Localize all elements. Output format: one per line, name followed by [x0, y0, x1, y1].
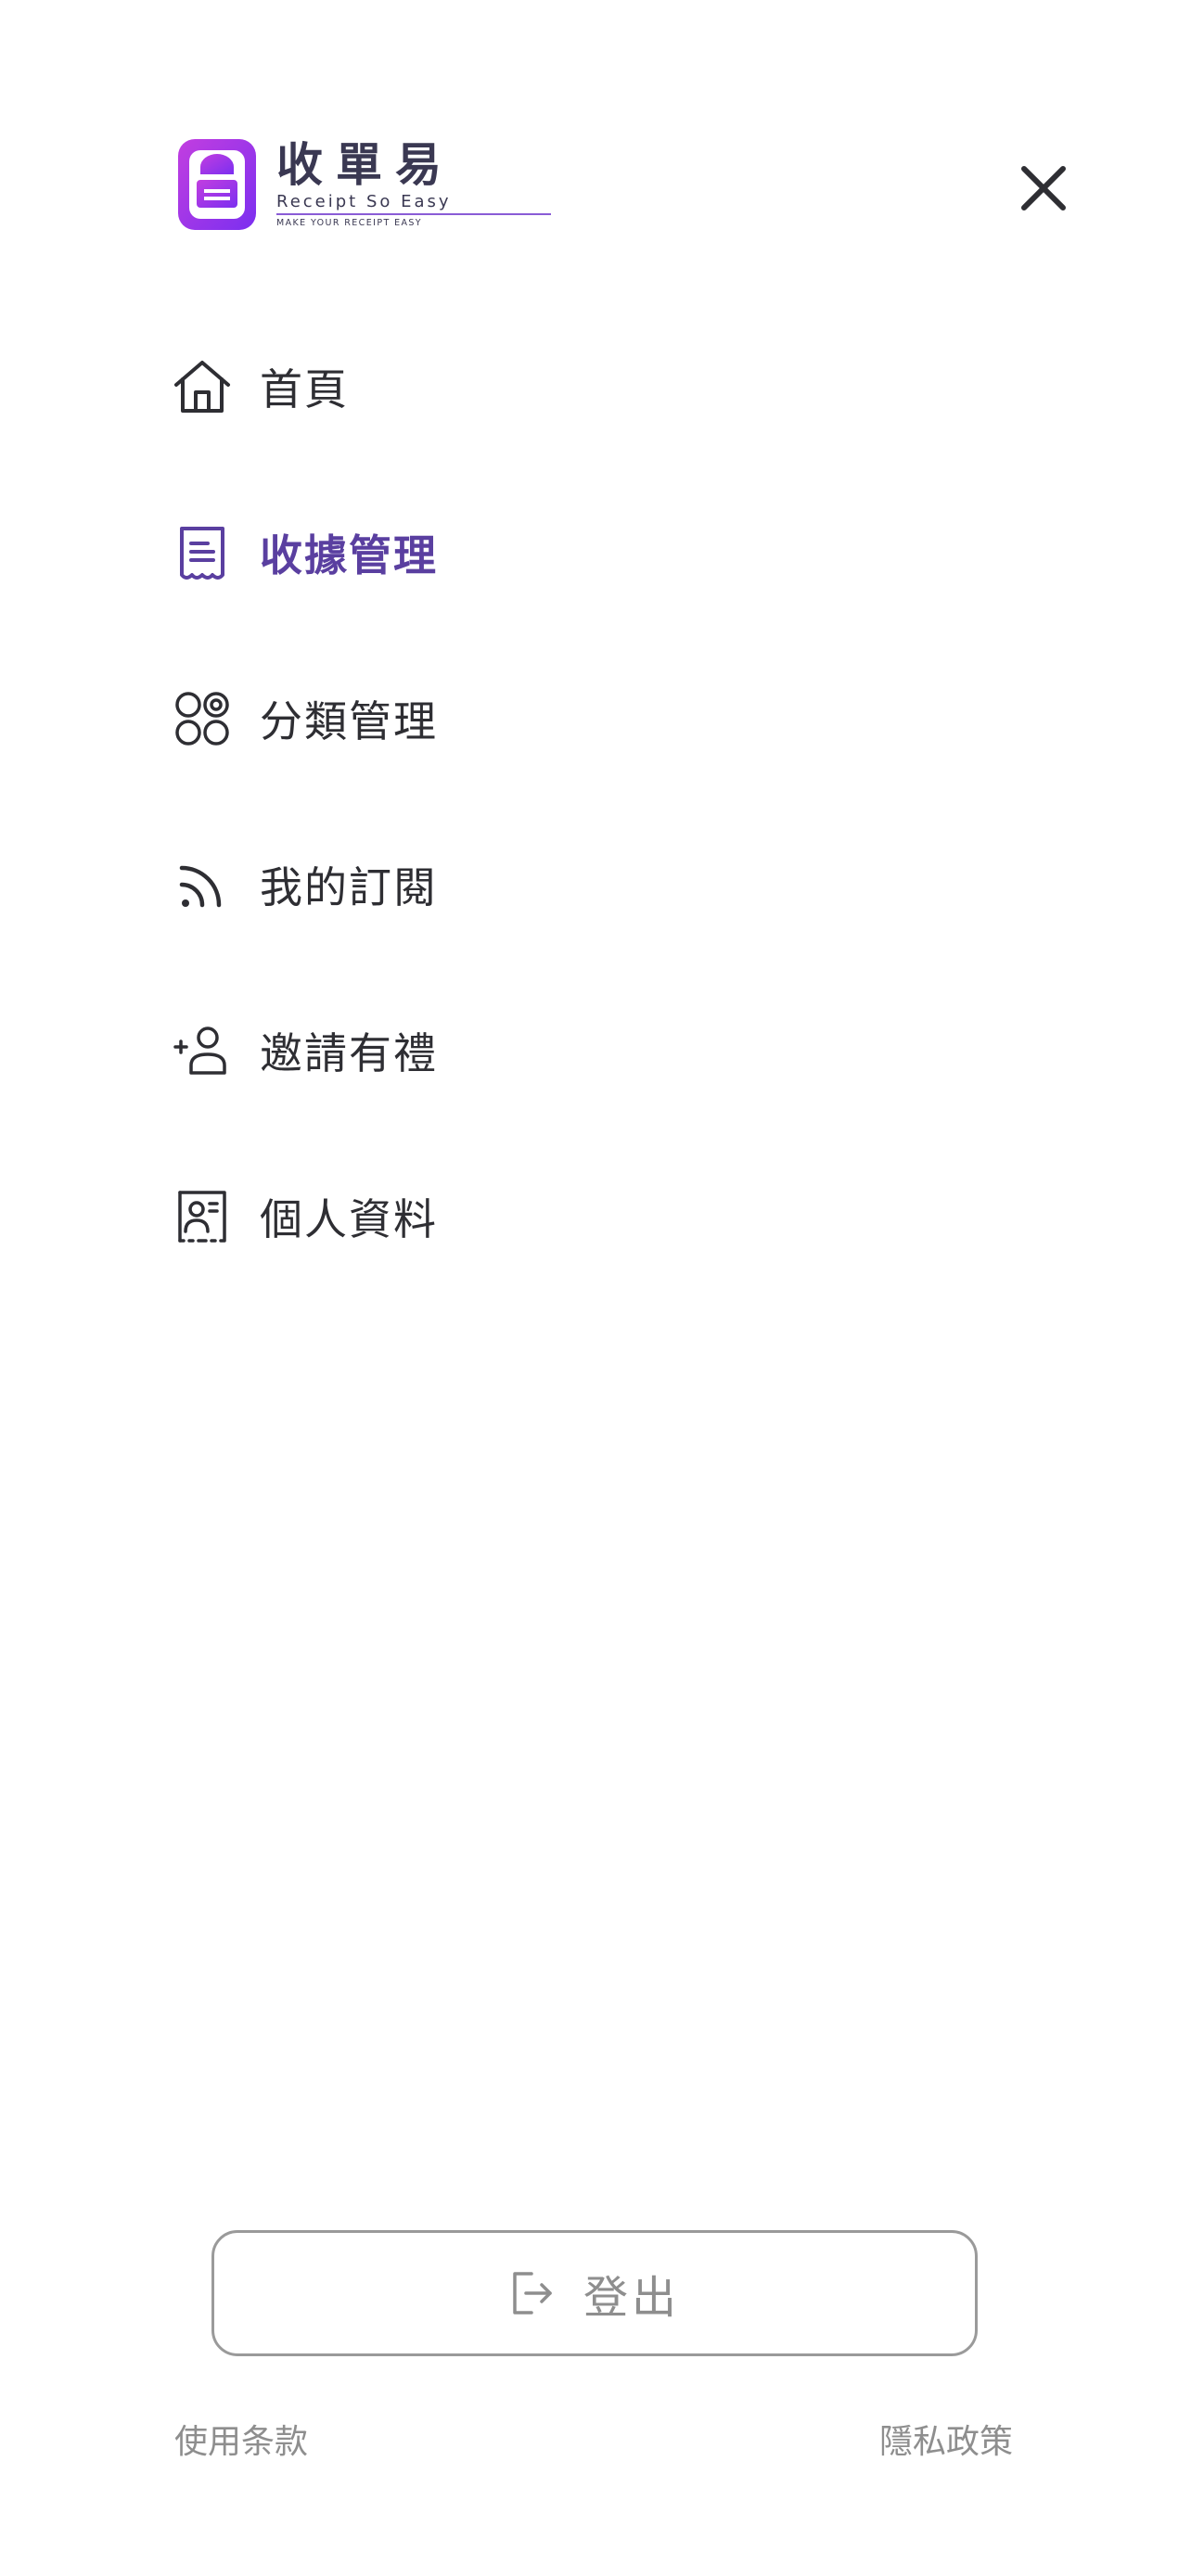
app-subtitle: Receipt So Easy — [276, 193, 551, 215]
subscription-icon — [173, 855, 232, 914]
categories-icon — [173, 689, 232, 748]
receipt-icon — [173, 523, 232, 582]
app-logo: 收單易 Receipt So Easy MAKE YOUR RECEIPT EA… — [176, 137, 551, 232]
menu-item-invite[interactable]: 邀請有禮 — [173, 1009, 1007, 1092]
logout-icon — [513, 2272, 552, 2315]
logo-mark-icon — [178, 139, 256, 230]
menu-item-label: 邀請有禮 — [260, 1028, 438, 1078]
close-button[interactable] — [1015, 159, 1072, 217]
menu-item-label: 分類管理 — [260, 696, 438, 746]
menu-item-profile[interactable]: 個人資料 — [173, 1175, 1007, 1258]
profile-icon — [173, 1187, 232, 1246]
menu-item-label: 首頁 — [260, 364, 349, 414]
side-menu: 首頁 收據管理 分類管理 我的訂閱 邀請有禮 個人資料 — [173, 345, 1007, 1341]
menu-item-label: 我的訂閱 — [260, 862, 438, 912]
close-icon — [1021, 166, 1066, 210]
privacy-link[interactable]: 隱私政策 — [879, 2417, 1013, 2468]
app-title: 收單易 — [276, 138, 455, 192]
menu-item-categories[interactable]: 分類管理 — [173, 677, 1007, 760]
menu-item-home[interactable]: 首頁 — [173, 345, 1007, 428]
logo-text: 收單易 Receipt So Easy MAKE YOUR RECEIPT EA… — [276, 139, 551, 230]
logout-button[interactable]: 登出 — [211, 2230, 978, 2356]
menu-item-label: 個人資料 — [260, 1194, 438, 1244]
invite-icon — [173, 1021, 232, 1080]
menu-item-subscription[interactable]: 我的訂閱 — [173, 843, 1007, 926]
app-tagline: MAKE YOUR RECEIPT EASY — [276, 218, 423, 228]
home-icon — [173, 357, 232, 416]
logout-label: 登出 — [583, 2272, 680, 2324]
menu-item-receipts[interactable]: 收據管理 — [173, 511, 1007, 594]
terms-link[interactable]: 使用条款 — [174, 2417, 308, 2468]
menu-item-label: 收據管理 — [260, 530, 438, 580]
